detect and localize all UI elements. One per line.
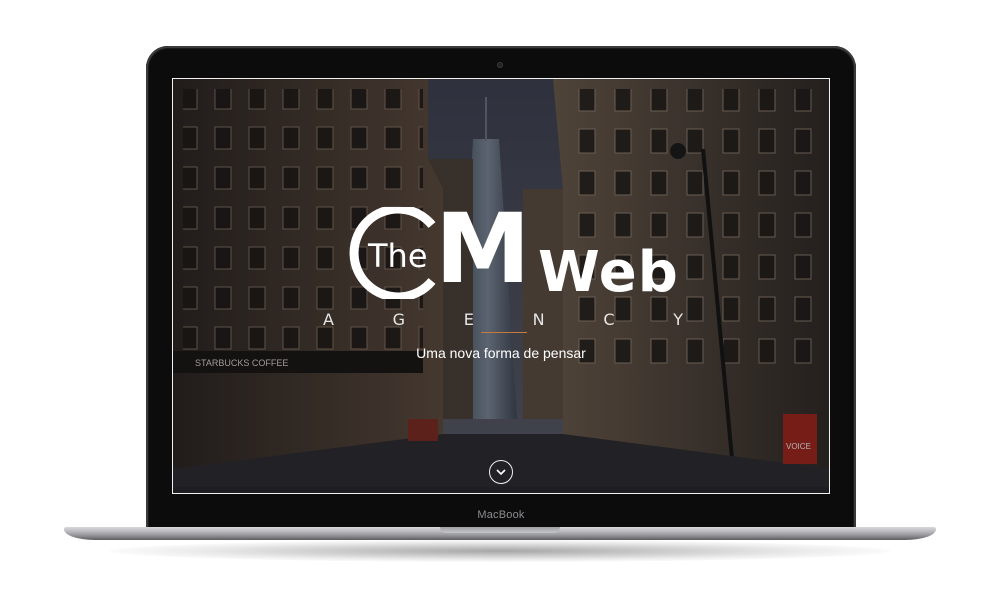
- logo-web-text: Web: [538, 240, 679, 305]
- logo-cm-text: M: [435, 201, 531, 297]
- laptop-shadow: [110, 540, 890, 562]
- chevron-down-icon: [496, 469, 506, 476]
- website-screen: STARBUCKS COFFEE VOICE The M Web A G E N…: [172, 78, 830, 494]
- next-section-peek: [173, 487, 829, 493]
- accent-divider: [481, 332, 527, 333]
- hero-section: The M Web A G E N C Y Uma nova forma de …: [173, 79, 829, 493]
- agency-letter: E: [463, 310, 474, 329]
- agency-wordmark: A G E N C Y: [323, 310, 683, 329]
- scroll-down-button[interactable]: [489, 460, 513, 484]
- hero-tagline: Uma nova forma de pensar: [416, 345, 586, 361]
- agency-letter: A: [323, 310, 334, 329]
- agency-letter: C: [603, 310, 615, 329]
- agency-letter: N: [532, 310, 545, 329]
- laptop-opening-notch: [440, 527, 560, 533]
- logo-m-text: M: [435, 193, 531, 305]
- webcam: [497, 62, 503, 68]
- laptop-chin-label: MacBook: [477, 509, 525, 521]
- agency-letter: G: [392, 310, 406, 329]
- logo-the-text: The: [368, 237, 428, 275]
- agency-letter: Y: [673, 310, 683, 329]
